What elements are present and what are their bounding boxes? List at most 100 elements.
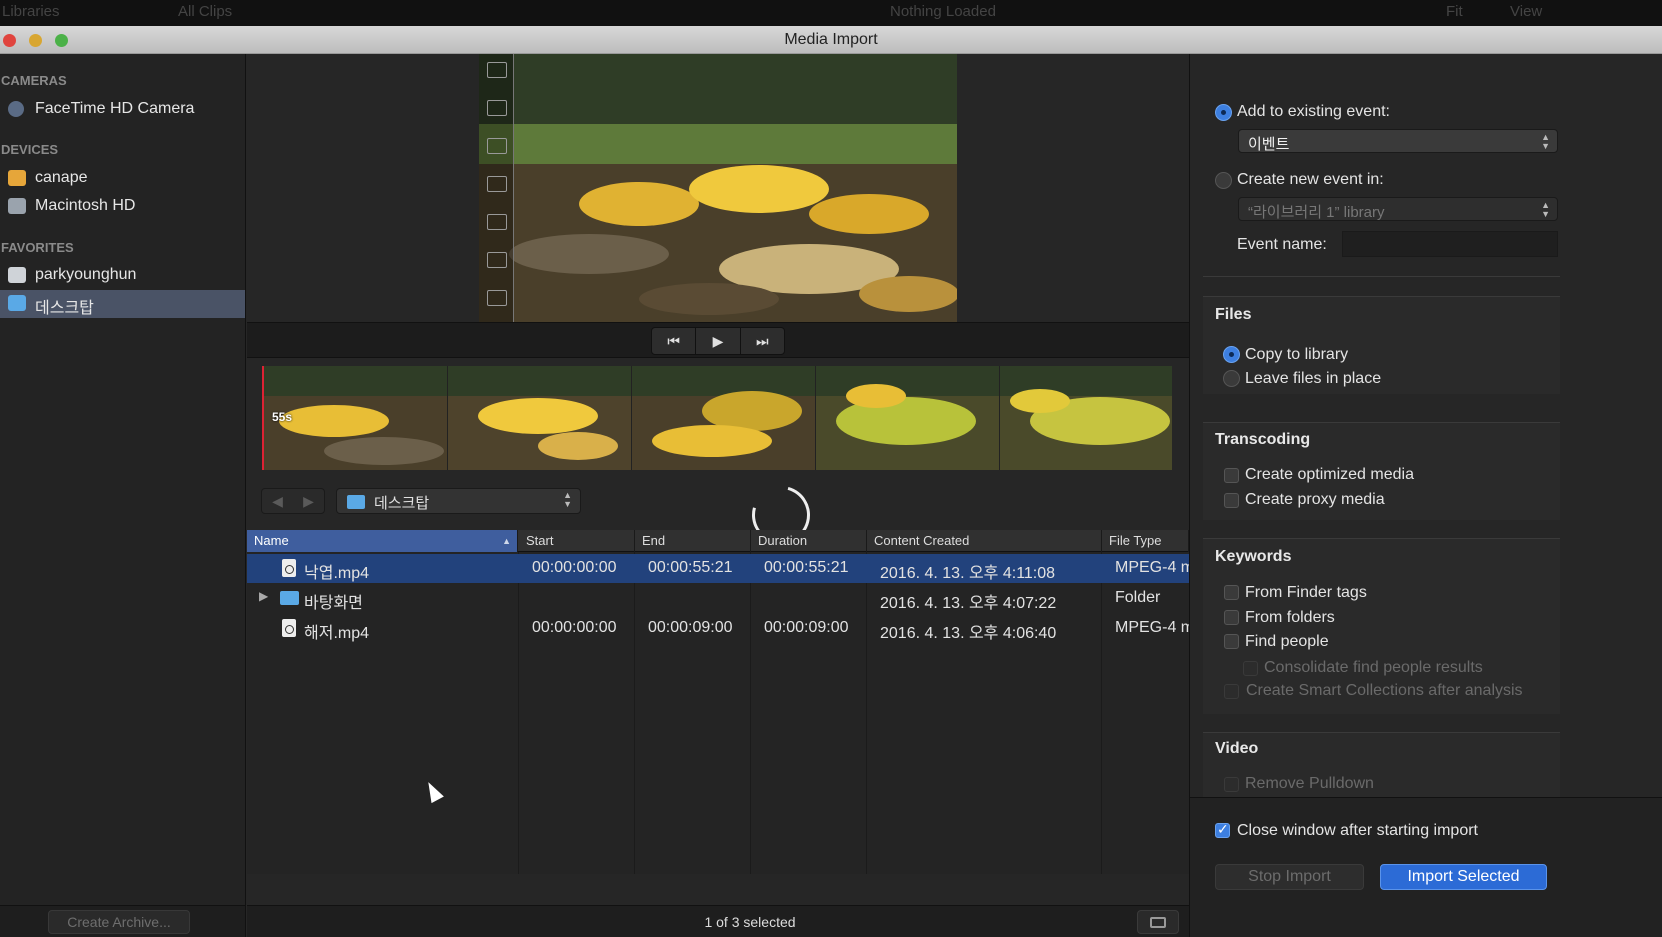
existing-event-popup[interactable]: 이벤트 ▲ ▼ xyxy=(1238,129,1558,153)
viewer-frame-image xyxy=(479,54,957,322)
create-archive-button[interactable]: Create Archive... xyxy=(48,910,190,934)
clip-filmstrip[interactable]: 55s xyxy=(262,366,1172,470)
event-name-field[interactable] xyxy=(1342,231,1558,257)
library-popup[interactable]: “라이브러리 1” library ▲ ▼ xyxy=(1238,197,1558,221)
browser-nav-row: ◀ ▶ 데스크탑 ▲ ▼ xyxy=(247,475,1189,555)
consolidate-people-label: Consolidate find people results xyxy=(1264,659,1483,676)
history-nav: ◀ ▶ xyxy=(261,488,325,514)
cell-created: 2016. 4. 13. 오후 4:11:08 xyxy=(880,565,1056,582)
optimized-media-label: Create optimized media xyxy=(1245,466,1414,483)
stop-import-button[interactable]: Stop Import xyxy=(1215,864,1364,890)
video-file-icon xyxy=(282,559,296,577)
disclosure-triangle-icon[interactable]: ▶ xyxy=(259,589,268,603)
folder-icon xyxy=(347,495,365,509)
sidebar-item-home[interactable]: parkyounghun xyxy=(0,262,245,290)
keywords-section-title: Keywords xyxy=(1215,548,1292,565)
close-window-checkbox[interactable] xyxy=(1215,821,1230,838)
clip-viewer xyxy=(479,54,957,322)
create-new-event-radio[interactable] xyxy=(1215,172,1232,189)
filmstrip-icon xyxy=(1150,917,1166,928)
media-import-window: Media Import CAMERAS FaceTime HD Camera … xyxy=(0,26,1662,937)
cell-duration: 00:00:55:21 xyxy=(764,559,849,576)
nothing-loaded-label: Nothing Loaded xyxy=(890,3,996,20)
column-header-duration[interactable]: Duration xyxy=(751,530,867,552)
transport-controls: ⏮ ▶ ⏭ xyxy=(651,327,785,355)
table-row[interactable]: 해저.mp4 00:00:00:00 00:00:09:00 00:00:09:… xyxy=(247,614,1189,643)
filmstrip-frame xyxy=(448,366,632,470)
folder-location-popup[interactable]: 데스크탑 ▲ ▼ xyxy=(336,488,581,514)
leave-files-in-place-label: Leave files in place xyxy=(1245,370,1382,387)
remove-pulldown-label: Remove Pulldown xyxy=(1245,775,1374,792)
folder-location-label: 데스크탑 xyxy=(374,495,430,512)
column-header-file-type[interactable]: File Type xyxy=(1102,530,1189,552)
play-button[interactable]: ▶ xyxy=(696,328,741,354)
back-button[interactable]: ◀ xyxy=(262,489,293,513)
finder-tags-label: From Finder tags xyxy=(1245,584,1367,601)
filmstrip-frame xyxy=(632,366,816,470)
table-row[interactable]: ▶ 바탕화면 2016. 4. 13. 오후 4:07:22 Folder xyxy=(247,584,1189,613)
add-to-existing-label: Add to existing event: xyxy=(1237,103,1390,120)
smart-collections-checkbox[interactable] xyxy=(1224,684,1239,699)
sidebar-item-desktop[interactable]: 데스크탑 xyxy=(0,290,245,318)
file-list-table: Name ▲ Start End Duration Content Created… xyxy=(247,530,1189,874)
column-header-content-created[interactable]: Content Created xyxy=(867,530,1102,552)
from-folders-checkbox[interactable] xyxy=(1224,610,1239,625)
existing-event-value: 이벤트 xyxy=(1248,136,1290,153)
create-new-event-label: Create new event in: xyxy=(1237,171,1384,188)
filmstrip-frame xyxy=(1000,366,1172,470)
column-header-end[interactable]: End xyxy=(635,530,751,552)
proxy-media-label: Create proxy media xyxy=(1245,491,1385,508)
library-value: “라이브러리 1” library xyxy=(1248,204,1385,221)
title-bar: Media Import xyxy=(0,26,1662,54)
event-name-label: Event name: xyxy=(1237,236,1327,253)
copy-to-library-label: Copy to library xyxy=(1245,346,1349,363)
folder-icon xyxy=(280,591,299,605)
forward-button[interactable]: ▶ xyxy=(293,489,324,513)
column-header-name[interactable]: Name ▲ xyxy=(247,530,518,552)
optimized-media-checkbox[interactable] xyxy=(1224,468,1239,483)
import-browser: ⏮ ▶ ⏭ 55s ◀ ▶ 데스크탑 ▲ ▼ Name ▲ Start End … xyxy=(247,54,1189,937)
sidebar-item-label: parkyounghun xyxy=(35,266,137,283)
filmstrip-view-button[interactable] xyxy=(1137,910,1179,934)
files-section-title: Files xyxy=(1215,306,1252,323)
cell-created: 2016. 4. 13. 오후 4:06:40 xyxy=(880,625,1057,642)
sidebar-item-facetime-camera[interactable]: FaceTime HD Camera xyxy=(0,96,245,124)
next-clip-button[interactable]: ⏭ xyxy=(741,328,784,354)
import-selected-button[interactable]: Import Selected xyxy=(1380,864,1547,890)
find-people-checkbox[interactable] xyxy=(1224,634,1239,649)
from-folders-label: From folders xyxy=(1245,609,1335,626)
cell-name: 해저.mp4 xyxy=(304,625,370,642)
cell-name: 낙엽.mp4 xyxy=(304,565,370,582)
copy-to-library-radio[interactable] xyxy=(1223,346,1240,363)
table-row[interactable]: 낙엽.mp4 00:00:00:00 00:00:55:21 00:00:55:… xyxy=(247,554,1189,583)
add-to-existing-radio[interactable] xyxy=(1215,104,1232,121)
external-drive-icon xyxy=(8,170,26,186)
viewer-thumbnail-strip xyxy=(479,54,514,322)
previous-clip-button[interactable]: ⏮ xyxy=(652,328,697,354)
video-file-icon xyxy=(282,619,296,637)
sidebar-item-canape[interactable]: canape xyxy=(0,165,245,193)
transcoding-section-title: Transcoding xyxy=(1215,431,1311,448)
proxy-media-checkbox[interactable] xyxy=(1224,493,1239,508)
libraries-label: Libraries xyxy=(2,3,60,20)
popup-arrows-icon: ▲ ▼ xyxy=(1541,132,1550,151)
sort-ascending-icon: ▲ xyxy=(502,536,511,546)
column-header-start[interactable]: Start xyxy=(519,530,635,552)
cell-start: 00:00:00:00 xyxy=(532,559,617,576)
leave-files-in-place-radio[interactable] xyxy=(1223,370,1240,387)
camera-icon xyxy=(8,101,24,117)
popup-arrows-icon: ▲ ▼ xyxy=(563,490,572,509)
thumbnail-icon xyxy=(487,252,507,268)
cell-start: 00:00:00:00 xyxy=(532,619,617,636)
thumbnail-icon xyxy=(487,100,507,116)
sidebar-item-macintosh-hd[interactable]: Macintosh HD xyxy=(0,193,245,221)
finder-tags-checkbox[interactable] xyxy=(1224,585,1239,600)
remove-pulldown-checkbox[interactable] xyxy=(1224,777,1239,792)
consolidate-people-checkbox[interactable] xyxy=(1243,661,1258,676)
all-clips-label: All Clips xyxy=(178,3,233,20)
divider xyxy=(1203,276,1560,277)
selection-status-text: 1 of 3 selected xyxy=(704,914,796,930)
cell-file-type: Folder xyxy=(1115,589,1161,606)
transport-bar: ⏮ ▶ ⏭ xyxy=(247,322,1189,358)
desktop-icon xyxy=(8,295,26,311)
